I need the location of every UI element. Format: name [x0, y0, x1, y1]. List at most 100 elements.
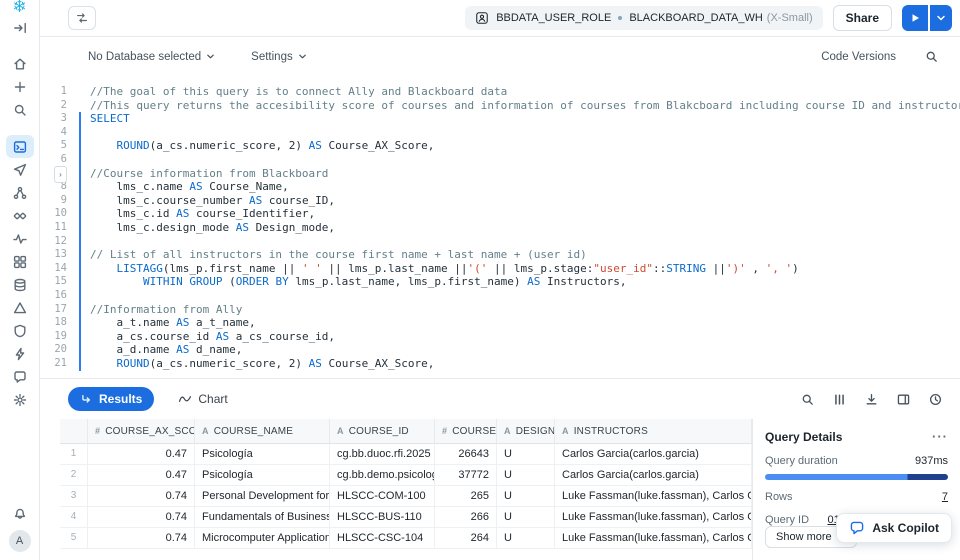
table-cell[interactable]: 0.74: [88, 486, 195, 507]
sidebar-item-marketplace[interactable]: [6, 342, 34, 365]
statement-indicator: [79, 112, 81, 371]
expand-panel-button[interactable]: ›: [54, 166, 67, 183]
split-panel-button[interactable]: [892, 388, 914, 410]
table-cell[interactable]: Personal Development for Col: [195, 486, 330, 507]
sidebar-item-transformations[interactable]: [6, 204, 34, 227]
table-cell[interactable]: U: [497, 486, 555, 507]
sidebar-item-data[interactable]: [6, 273, 34, 296]
history-button[interactable]: [924, 388, 946, 410]
row-number: 4: [60, 507, 88, 528]
table-cell[interactable]: U: [497, 528, 555, 549]
table-cell[interactable]: U: [497, 507, 555, 528]
table-cell[interactable]: HLSCC-BUS-110: [330, 507, 435, 528]
user-avatar[interactable]: A: [9, 530, 31, 552]
table-cell[interactable]: 265: [435, 486, 497, 507]
left-sidebar: ❄ A: [0, 0, 40, 560]
settings-label: Settings: [251, 51, 293, 63]
sidebar-item-dashboards[interactable]: [6, 250, 34, 273]
share-button[interactable]: Share: [833, 5, 892, 31]
column-header-course_name[interactable]: ACOURSE_NAME: [195, 419, 330, 444]
sidebar-item-governance[interactable]: [6, 319, 34, 342]
run-options-button[interactable]: [930, 5, 952, 31]
sidebar-item-worksheets[interactable]: [6, 135, 34, 158]
table-cell[interactable]: HLSCC-CSC-104: [330, 528, 435, 549]
worksheet-tabs-button[interactable]: [68, 6, 96, 30]
column-header-instructors[interactable]: AINSTRUCTORS: [555, 419, 752, 444]
results-grid: #COURSE_AX_SCORACOURSE_NAMEACOURSE_ID#CO…: [60, 419, 752, 549]
line-number: 19: [40, 330, 76, 344]
table-cell[interactable]: Luke Fassman(luke.fassman), Carlos Garci…: [555, 507, 752, 528]
table-cell[interactable]: U: [497, 444, 555, 465]
row-number-header: [60, 419, 88, 444]
sidebar-item-pipelines[interactable]: [6, 181, 34, 204]
line-number: 5: [40, 139, 76, 153]
sql-editor[interactable]: 123456789101112131415161718192021 //The …: [40, 76, 960, 378]
download-icon: [864, 392, 879, 407]
sidebar-item-stages[interactable]: [6, 296, 34, 319]
admin-icon: [12, 392, 28, 408]
table-cell[interactable]: Luke Fassman(luke.fassman), Carlos Garci…: [555, 486, 752, 507]
table-cell[interactable]: cg.bb.demo.psicologia: [330, 465, 435, 486]
column-header-course_i[interactable]: #COURSE_I: [435, 419, 497, 444]
column-header-course_ax_scor[interactable]: #COURSE_AX_SCOR: [88, 419, 195, 444]
table-cell[interactable]: Carlos Garcia(carlos.garcia): [555, 465, 752, 486]
code-line: // List of all instructors in the course…: [90, 248, 960, 262]
table-cell[interactable]: 0.74: [88, 528, 195, 549]
row-number: 1: [60, 444, 88, 465]
run-button[interactable]: [902, 5, 928, 31]
code-versions-button[interactable]: Code Versions: [821, 51, 896, 63]
code-line: ROUND(a_cs.numeric_score, 2) AS Course_A…: [90, 139, 960, 153]
code-line: //Course information from Blackboard: [90, 167, 960, 181]
column-header-course_id[interactable]: ACOURSE_ID: [330, 419, 435, 444]
editor-search-button[interactable]: [920, 46, 942, 68]
notifications-button[interactable]: [6, 501, 34, 524]
table-cell[interactable]: 26643: [435, 444, 497, 465]
sidebar-item-admin[interactable]: [6, 388, 34, 411]
line-number: 21: [40, 357, 76, 371]
table-cell[interactable]: Luke Fassman(luke.fassman), Carlos Garci…: [555, 528, 752, 549]
rows-count-link[interactable]: 7: [942, 491, 948, 503]
table-cell[interactable]: 0.47: [88, 444, 195, 465]
table-cell[interactable]: 37772: [435, 465, 497, 486]
line-number: 2: [40, 99, 76, 113]
table-cell[interactable]: Fundamentals of Business: [195, 507, 330, 528]
table-cell[interactable]: 0.74: [88, 507, 195, 528]
download-button[interactable]: [860, 388, 882, 410]
code-line: lms_c.name AS Course_Name,: [90, 180, 960, 194]
line-number: 11: [40, 221, 76, 235]
sidebar-bottom: A: [6, 501, 34, 552]
table-cell[interactable]: cg.bb.duoc.rfi.2025: [330, 444, 435, 465]
sidebar-item-streamlit[interactable]: [6, 158, 34, 181]
column-header-design_[interactable]: ADESIGN_: [497, 419, 555, 444]
database-selector[interactable]: No Database selected: [88, 51, 215, 63]
sidebar-item-copilot[interactable]: [6, 365, 34, 388]
home-icon: [12, 56, 28, 72]
ask-copilot-button[interactable]: Ask Copilot: [836, 513, 952, 543]
table-cell[interactable]: Microcomputer Applications: [195, 528, 330, 549]
table-cell[interactable]: HLSCC-COM-100: [330, 486, 435, 507]
context-selector[interactable]: BBDATA_USER_ROLE BLACKBOARD_DATA_WH (X-S…: [465, 6, 822, 30]
table-cell[interactable]: Psicología: [195, 465, 330, 486]
tab-results[interactable]: Results: [68, 387, 154, 411]
columns-button[interactable]: [828, 388, 850, 410]
code-line: LISTAGG(lms_p.first_name || ' ' || lms_p…: [90, 262, 960, 276]
run-button-group: [902, 5, 952, 31]
sidebar-item-create[interactable]: [6, 75, 34, 98]
details-menu-icon[interactable]: ···: [932, 429, 948, 444]
tab-chart[interactable]: Chart: [178, 392, 227, 406]
activity-icon: [12, 231, 28, 247]
search-results-button[interactable]: [796, 388, 818, 410]
table-cell[interactable]: U: [497, 465, 555, 486]
sidebar-item-home[interactable]: [6, 52, 34, 75]
sidebar-item-activity[interactable]: [6, 227, 34, 250]
settings-dropdown[interactable]: Settings: [251, 51, 307, 63]
table-cell[interactable]: 0.47: [88, 465, 195, 486]
code-line: lms_c.design_mode AS Design_mode,: [90, 221, 960, 235]
table-cell[interactable]: Carlos Garcia(carlos.garcia): [555, 444, 752, 465]
code-line: [90, 126, 960, 140]
table-cell[interactable]: 266: [435, 507, 497, 528]
table-cell[interactable]: 264: [435, 528, 497, 549]
collapse-sidebar-button[interactable]: [6, 16, 34, 39]
table-cell[interactable]: Psicología: [195, 444, 330, 465]
sidebar-item-search[interactable]: [6, 98, 34, 121]
